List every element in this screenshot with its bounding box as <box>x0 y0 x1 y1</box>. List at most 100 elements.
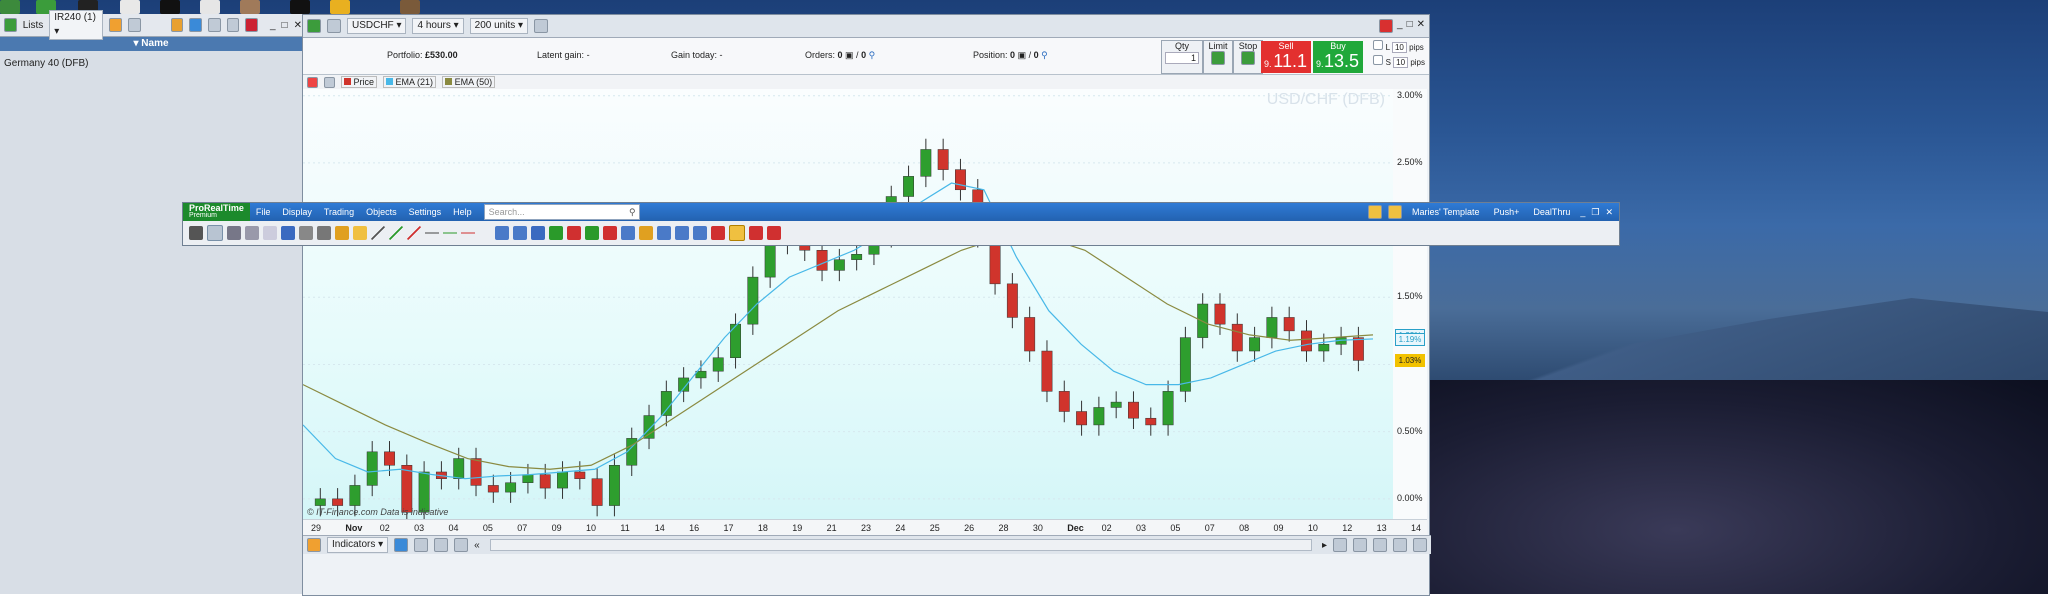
share-icon[interactable] <box>394 538 409 552</box>
list-item[interactable]: Germany 40 (DFB) <box>0 55 302 73</box>
units-select[interactable]: 200 units ▾ <box>469 18 529 34</box>
indicators-button[interactable]: Indicators ▾ <box>327 537 389 553</box>
ruler-icon[interactable] <box>245 226 259 240</box>
minimize-icon[interactable]: _ <box>1397 19 1403 33</box>
name-column-header[interactable]: ▾ Name <box>0 37 302 51</box>
settings-icon[interactable] <box>245 18 258 32</box>
app-icon[interactable] <box>120 0 140 14</box>
cursor-icon[interactable] <box>207 225 223 241</box>
chart-scrollbar[interactable] <box>489 539 1312 551</box>
s-checkbox[interactable] <box>1373 55 1384 65</box>
x-axis[interactable]: 29 Nov 02 03 04 05 07 09 10 11 14 16 17 18 19 21 23 24 25 2… <box>303 519 1427 536</box>
tools-icon[interactable] <box>307 538 321 552</box>
tool-icon[interactable] <box>128 18 141 32</box>
trash-icon[interactable] <box>317 226 331 240</box>
legend-ema21[interactable]: EMA (21) <box>383 76 437 88</box>
menu-settings[interactable]: Settings <box>403 207 448 217</box>
zoom-out-icon[interactable] <box>1373 538 1387 552</box>
arrow-down-icon[interactable] <box>567 226 581 240</box>
page-icon[interactable] <box>263 226 277 240</box>
app-icon[interactable] <box>160 0 180 14</box>
menu-trading[interactable]: Trading <box>318 207 360 217</box>
arrow-line-icon[interactable] <box>513 226 527 240</box>
menu-help[interactable]: Help <box>447 207 478 217</box>
app-icon[interactable] <box>290 0 310 14</box>
screenshot-icon[interactable] <box>434 538 449 552</box>
horizontal-line-icon[interactable] <box>425 226 439 240</box>
cycle-icon[interactable] <box>693 226 707 240</box>
maximize-icon[interactable]: □ <box>282 20 288 31</box>
info-icon[interactable] <box>534 19 549 33</box>
app-icon[interactable] <box>0 0 20 14</box>
search-icon[interactable]: ⚲ <box>869 50 876 60</box>
lists-title[interactable]: Lists <box>23 20 44 31</box>
ellipse-icon[interactable] <box>639 226 653 240</box>
menu-file[interactable]: File <box>250 207 277 217</box>
menu-display[interactable]: Display <box>276 207 318 217</box>
fan-icon[interactable] <box>767 226 781 240</box>
buy-button[interactable]: Buy 9. 13.5 <box>1313 41 1363 73</box>
arrow-up-icon[interactable] <box>549 226 563 240</box>
app-icon[interactable] <box>330 0 350 14</box>
restore-icon[interactable]: ❐ <box>1591 207 1599 218</box>
undo-icon[interactable] <box>1333 538 1347 552</box>
channel-icon[interactable] <box>495 226 509 240</box>
price-chart[interactable]: USD/CHF (DFB) © IT-Finance.com Data is i… <box>302 89 1393 524</box>
add-icon[interactable] <box>307 76 318 88</box>
instrument-select[interactable]: USDCHF ▾ <box>347 18 407 34</box>
line-icon[interactable] <box>371 226 385 240</box>
chart-icon[interactable] <box>307 19 321 33</box>
link-icon[interactable] <box>327 19 341 33</box>
green-hline-icon[interactable] <box>443 226 457 240</box>
pips-l-input[interactable]: 10 <box>1391 42 1407 53</box>
search-icon[interactable]: ⚲ <box>1041 50 1048 60</box>
sort-down-icon[interactable] <box>189 18 202 32</box>
sell-button[interactable]: Sell 9. 11.1 <box>1261 41 1311 73</box>
active-tool-icon[interactable] <box>729 225 745 241</box>
minimize-icon[interactable]: _ <box>270 20 276 31</box>
minimize-icon[interactable]: _ <box>1580 207 1585 217</box>
regression-icon[interactable] <box>749 226 763 240</box>
push-button[interactable]: Push+ <box>1490 207 1524 217</box>
grid-icon[interactable] <box>207 18 221 32</box>
dealthru-button[interactable]: DealThru <box>1529 207 1574 217</box>
red-line-icon[interactable] <box>407 226 421 240</box>
timeframe-select[interactable]: 4 hours ▾ <box>412 18 464 34</box>
crosshair-icon[interactable] <box>281 226 295 240</box>
copy-icon[interactable] <box>454 538 469 552</box>
stop-icon[interactable] <box>1241 51 1255 65</box>
layout-icon[interactable] <box>226 18 240 32</box>
list-select[interactable]: IR240 (1) ▾ <box>49 10 104 40</box>
scroll-left-icon[interactable]: « <box>474 540 480 551</box>
close-icon[interactable]: ✕ <box>1417 19 1425 33</box>
flag-icon[interactable] <box>1387 205 1402 219</box>
position-info[interactable]: Position: 0 ▣ / 0 ⚲ <box>973 50 1048 61</box>
check-icon[interactable] <box>585 226 599 240</box>
app-icon[interactable] <box>400 0 420 14</box>
cross-icon[interactable] <box>603 226 617 240</box>
template-button[interactable]: Maries' Template <box>1408 207 1484 217</box>
stop-box[interactable]: Stop <box>1233 40 1263 74</box>
alert-icon[interactable] <box>353 226 367 240</box>
green-icon[interactable] <box>4 18 17 32</box>
magic-icon[interactable] <box>335 226 349 240</box>
sort-up-icon[interactable] <box>170 18 184 32</box>
app-icon[interactable] <box>200 0 220 14</box>
legend-ema50[interactable]: EMA (50) <box>442 76 496 88</box>
tools-icon[interactable] <box>299 226 313 240</box>
rectangle-icon[interactable] <box>657 226 671 240</box>
orders-info[interactable]: Orders: 0 ▣ / 0 ⚲ <box>805 50 875 61</box>
text-icon[interactable] <box>531 226 545 240</box>
l-checkbox[interactable] <box>1373 40 1384 50</box>
y-axis[interactable]: 3.00%2.50%1.50%1.00%0.50%0.00%1.22%1.19%… <box>1393 89 1427 519</box>
magnet-icon[interactable] <box>711 226 725 240</box>
workspace-icon[interactable] <box>1367 205 1382 219</box>
qty-input[interactable]: 1 <box>1165 52 1199 64</box>
qty-box[interactable]: Qty 1 <box>1161 40 1203 74</box>
limit-box[interactable]: Limit <box>1203 40 1233 74</box>
redo-icon[interactable] <box>1353 538 1367 552</box>
limit-icon[interactable] <box>1211 51 1225 65</box>
more-icon[interactable] <box>1413 538 1427 552</box>
zoom-in-icon[interactable] <box>1393 538 1407 552</box>
zoom-icon[interactable] <box>227 226 241 240</box>
